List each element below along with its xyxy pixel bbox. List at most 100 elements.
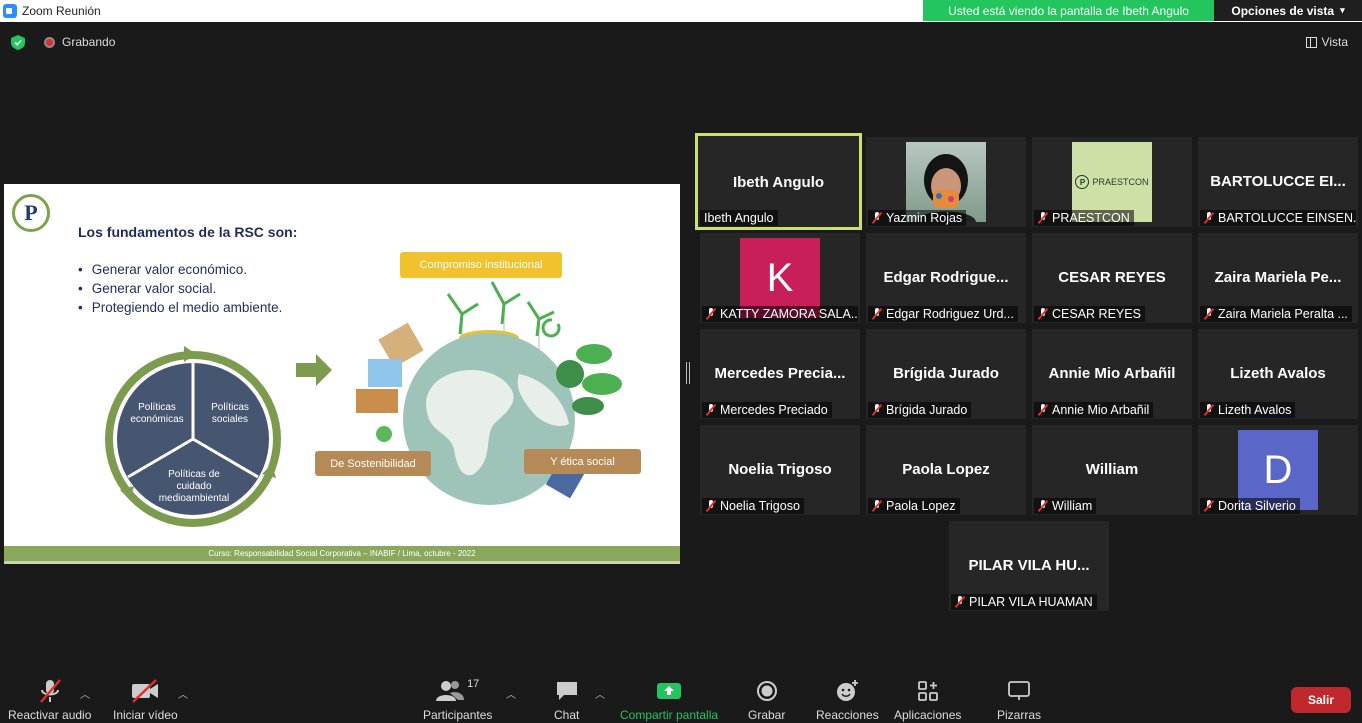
apps-button[interactable]: Aplicaciones [894, 678, 961, 722]
start-video-button[interactable]: Iniciar vídeo [113, 678, 178, 722]
microphone-muted-icon [1038, 500, 1048, 512]
record-button[interactable]: Grabar [748, 678, 785, 722]
slide-bullet: Generar valor social. [78, 279, 282, 298]
cycle-label-environment: Políticas de cuidado medioambiental [158, 469, 230, 504]
whiteboards-button[interactable]: Pizarras [997, 678, 1041, 722]
record-icon [756, 681, 777, 701]
participants-options-chevron-icon[interactable]: ︿ [506, 686, 516, 701]
video-options-chevron-icon[interactable]: ︿ [178, 686, 188, 701]
split-resize-handle[interactable] [686, 362, 690, 384]
participant-name: Lizeth Avalos [1218, 403, 1292, 417]
participant-tile[interactable]: P PRAESTCON PRAESTCON [1032, 137, 1192, 227]
participant-name: PILAR VILA HUAMAN [969, 595, 1093, 609]
recording-icon[interactable] [44, 37, 55, 48]
audio-options-chevron-icon[interactable]: ︿ [80, 686, 90, 701]
participant-name: CESAR REYES [1052, 307, 1141, 321]
slide-heading: Los fundamentos de la RSC son: [78, 224, 298, 240]
participant-name-label: PILAR VILA HUAMAN [951, 594, 1097, 610]
chat-icon [556, 682, 577, 700]
participant-tile[interactable]: Mercedes Precia... Mercedes Preciado [700, 329, 860, 419]
participant-name: William [1052, 499, 1093, 513]
unmute-audio-button[interactable]: Reactivar audio [8, 678, 91, 722]
participants-button[interactable]: 17 Participantes [423, 678, 492, 722]
participant-name-label: Paola Lopez [868, 498, 960, 514]
participant-display-name: Noelia Trigoso [728, 461, 832, 478]
participant-tile[interactable]: Edgar Rodrigue... Edgar Rodriguez Urd... [866, 233, 1026, 323]
participant-name: Edgar Rodriguez Urd... [886, 307, 1014, 321]
whiteboard-icon [1008, 681, 1030, 700]
participant-name-label: Lizeth Avalos [1200, 402, 1296, 418]
participant-name-label: Mercedes Preciado [702, 402, 832, 418]
participant-name-label: Edgar Rodriguez Urd... [868, 306, 1018, 322]
view-options-label: Opciones de vista [1231, 3, 1335, 18]
participant-name: Paola Lopez [886, 499, 956, 513]
smiley-plus-icon [837, 680, 859, 701]
participant-tile[interactable]: D Dorita Silverio [1198, 425, 1358, 515]
praestcon-logo-text: PRAESTCON [1092, 177, 1149, 187]
cycle-label-social: Políticas sociales [211, 402, 249, 425]
meeting-topbar: Grabando Vista [0, 22, 1362, 62]
view-options-button[interactable]: Opciones de vista ▾ [1214, 0, 1362, 21]
microphone-muted-icon [1038, 308, 1048, 320]
microphone-muted-icon [872, 308, 882, 320]
participant-tile[interactable]: K KATTY ZAMORA SALA... [700, 233, 860, 323]
microphone-muted-icon [706, 404, 716, 416]
cycle-diagram [105, 346, 281, 527]
start-video-label: Iniciar vídeo [113, 708, 178, 722]
participant-tile[interactable]: CESAR REYES CESAR REYES [1032, 233, 1192, 323]
apps-label: Aplicaciones [894, 708, 962, 722]
participant-tile[interactable]: Annie Mio Arbañil Annie Mio Arbañil [1032, 329, 1192, 419]
participant-name-label: Noelia Trigoso [702, 498, 804, 514]
participant-name-label: Dorita Silverio [1200, 498, 1300, 514]
participant-tile[interactable]: Yazmin Rojas [866, 137, 1026, 227]
participant-display-name: William [1085, 461, 1139, 478]
participant-display-name: Annie Mio Arbañil [1048, 365, 1176, 382]
participant-name-label: CESAR REYES [1034, 306, 1145, 322]
zoom-app-icon [3, 4, 17, 18]
camera-off-icon [132, 679, 159, 703]
slide-bullet: Protegiendo el medio ambiente. [78, 298, 283, 317]
participant-name: Mercedes Preciado [720, 403, 828, 417]
praestcon-logo: P [12, 194, 50, 232]
chat-label: Chat [554, 708, 580, 722]
participant-name-label: Ibeth Angulo [700, 210, 778, 226]
leave-button[interactable]: Salir [1291, 687, 1351, 713]
participant-name: BARTOLUCCE EINSEN... [1218, 211, 1356, 225]
participant-tile[interactable]: Noelia Trigoso Noelia Trigoso [700, 425, 860, 515]
share-screen-icon [657, 683, 682, 699]
cycle-label-economic: Políticas económicas [130, 402, 184, 425]
participant-name-label: Brígida Jurado [868, 402, 972, 418]
participant-name-label: Yazmin Rojas [868, 210, 967, 226]
view-button[interactable]: Vista [1305, 35, 1348, 49]
participant-tile[interactable]: Paola Lopez Paola Lopez [866, 425, 1026, 515]
pill-institutional: Compromiso institucional [400, 252, 562, 278]
participant-tile[interactable]: BARTOLUCCE EI... BARTOLUCCE EINSEN... [1198, 137, 1358, 227]
participant-tile[interactable]: Zaira Mariela Pe... Zaira Mariela Peralta… [1198, 233, 1358, 323]
whiteboards-label: Pizarras [997, 708, 1042, 722]
participant-name: Dorita Silverio [1218, 499, 1296, 513]
participant-display-name: Ibeth Angulo [732, 174, 825, 191]
participant-tile[interactable]: Brígida Jurado Brígida Jurado [866, 329, 1026, 419]
microphone-muted-icon [706, 500, 716, 512]
apps-icon [917, 681, 938, 701]
microphone-muted-icon [1038, 212, 1048, 224]
participant-tile[interactable]: William William [1032, 425, 1192, 515]
participant-name: Brígida Jurado [886, 403, 968, 417]
security-shield-icon[interactable] [11, 35, 25, 50]
reactions-button[interactable]: Reacciones [816, 678, 879, 722]
participant-name-label: Zaira Mariela Peralta ... [1200, 306, 1352, 322]
share-screen-button[interactable]: Compartir pantalla [620, 678, 718, 722]
microphone-muted-icon [955, 596, 965, 608]
participant-display-name: Paola Lopez [902, 461, 990, 478]
chat-options-chevron-icon[interactable]: ︿ [595, 686, 605, 701]
window-title: Zoom Reunión [22, 4, 101, 18]
microphone-muted-icon [1204, 500, 1214, 512]
participant-name: KATTY ZAMORA SALA... [720, 307, 858, 321]
participant-name-label: PRAESTCON [1034, 210, 1134, 226]
chat-button[interactable]: Chat [554, 678, 579, 722]
participant-tile[interactable]: Lizeth Avalos Lizeth Avalos [1198, 329, 1358, 419]
participant-display-name: PILAR VILA HU... [968, 557, 1090, 574]
share-screen-label: Compartir pantalla [620, 708, 719, 722]
participant-tile[interactable]: Ibeth Angulo Ibeth Angulo [695, 133, 862, 230]
participant-tile[interactable]: PILAR VILA HU... PILAR VILA HUAMAN [949, 521, 1109, 611]
